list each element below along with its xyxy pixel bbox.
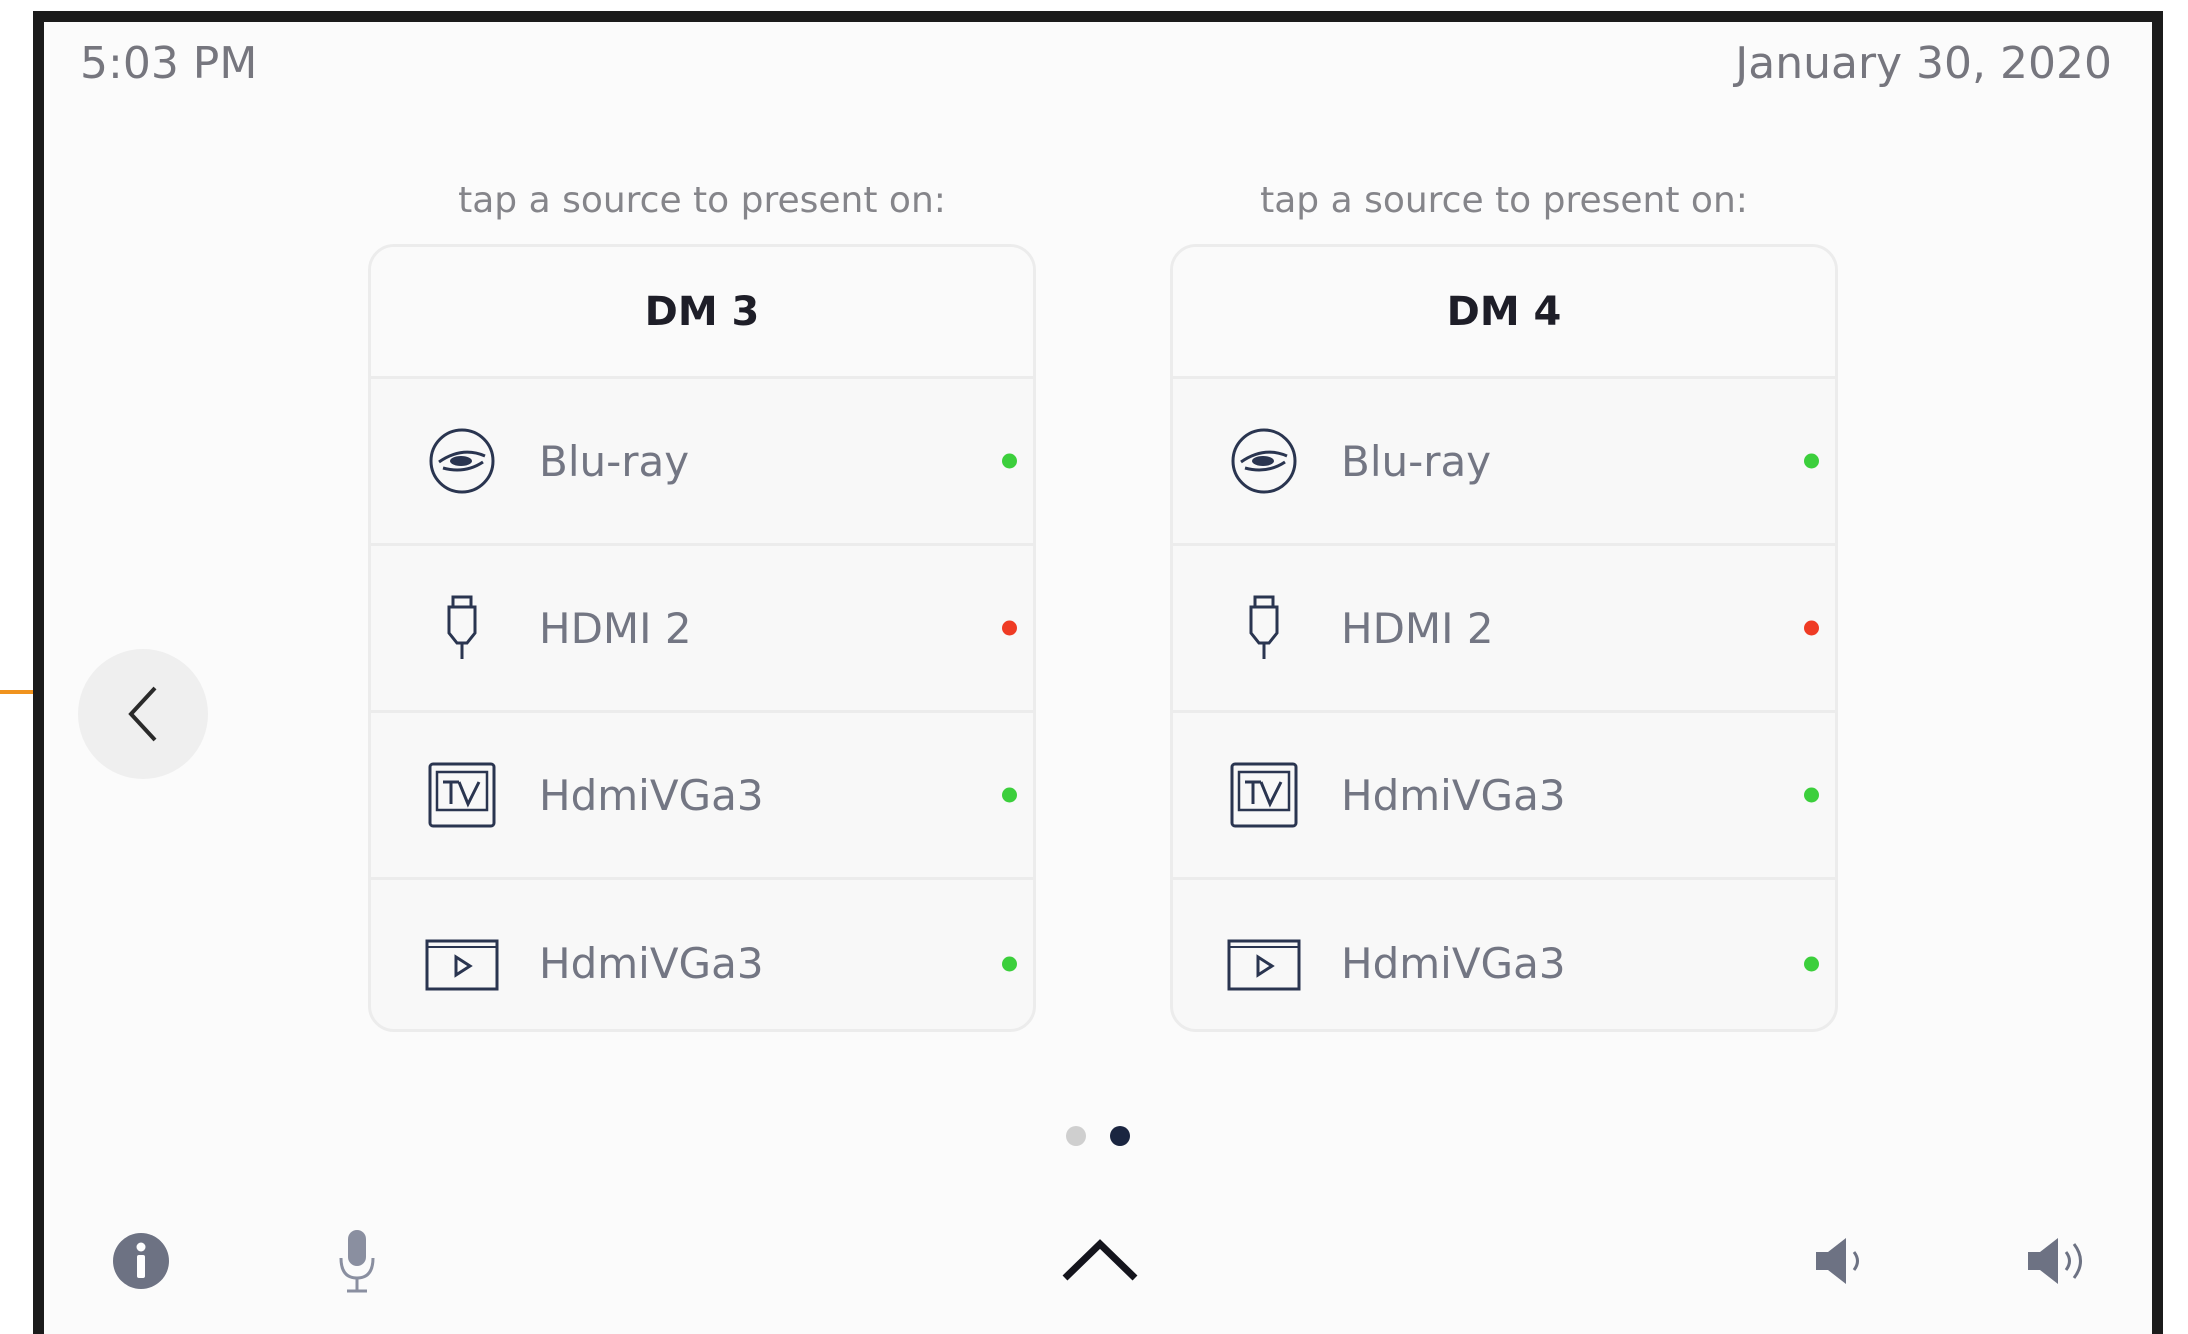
source-label: HdmiVGa3 — [539, 939, 764, 988]
touch-panel-frame: 5:03 PM January 30, 2020 tap a source to… — [33, 11, 2163, 1334]
source-label: HdmiVGa3 — [1341, 939, 1566, 988]
media-player-icon — [425, 927, 499, 1001]
display-panel-dm3: DM 3 Blu-ray HDMI 2 HdmiVGa3 HdmiVGa3 — [368, 244, 1036, 1032]
source-item-hdmivga3-player[interactable]: HdmiVGa3 — [371, 880, 1033, 1029]
microphone-icon[interactable] — [335, 1228, 379, 1296]
source-item-blu-ray[interactable]: Blu-ray — [1173, 379, 1835, 546]
status-offline-dot — [1002, 620, 1017, 636]
clock: 5:03 PM — [80, 38, 258, 89]
source-item-hdmivga3-player[interactable]: HdmiVGa3 — [1173, 880, 1835, 1029]
source-label: HDMI 2 — [1341, 603, 1494, 653]
volume-up-icon[interactable] — [2024, 1232, 2090, 1290]
page-dot-2-active[interactable] — [1110, 1126, 1130, 1146]
status-online-dot — [1804, 453, 1819, 469]
screen: 5:03 PM January 30, 2020 tap a source to… — [44, 22, 2152, 1334]
previous-page-button[interactable] — [78, 649, 208, 779]
source-item-hdmivga3-tv[interactable]: HdmiVGa3 — [371, 713, 1033, 880]
source-label: Blu-ray — [1341, 436, 1492, 486]
hdmi-icon — [425, 591, 499, 665]
panel-header: DM 4 — [1173, 247, 1835, 379]
panel-title: DM 3 — [644, 288, 760, 335]
status-online-dot — [1002, 956, 1017, 971]
media-player-icon — [1227, 927, 1301, 1001]
display-panel-dm4: DM 4 Blu-ray HDMI 2 HdmiVGa3 HdmiVGa3 — [1170, 244, 1838, 1032]
info-icon[interactable] — [112, 1232, 170, 1290]
date: January 30, 2020 — [1735, 38, 2112, 89]
status-online-dot — [1002, 787, 1017, 803]
status-online-dot — [1002, 453, 1017, 469]
status-online-dot — [1804, 787, 1819, 803]
source-item-hdmivga3-tv[interactable]: HdmiVGa3 — [1173, 713, 1835, 880]
source-label: Blu-ray — [539, 436, 690, 486]
source-item-hdmi-2[interactable]: HDMI 2 — [371, 546, 1033, 713]
panel-prompt: tap a source to present on: — [1260, 180, 1748, 221]
page-dot-1[interactable] — [1066, 1126, 1086, 1146]
volume-down-icon[interactable] — [1812, 1232, 1870, 1290]
status-offline-dot — [1804, 620, 1819, 636]
page-indicator — [1066, 1126, 1130, 1146]
tv-icon — [425, 758, 499, 832]
chevron-left-icon — [128, 686, 157, 742]
source-label: HDMI 2 — [539, 603, 692, 653]
panel-header: DM 3 — [371, 247, 1033, 379]
source-item-blu-ray[interactable]: Blu-ray — [371, 379, 1033, 546]
source-label: HdmiVGa3 — [539, 770, 764, 820]
blu-ray-icon — [425, 424, 499, 498]
source-item-hdmi-2[interactable]: HDMI 2 — [1173, 546, 1835, 713]
source-label: HdmiVGa3 — [1341, 770, 1566, 820]
hdmi-icon — [1227, 591, 1301, 665]
panel-prompt: tap a source to present on: — [458, 180, 946, 221]
tv-icon — [1227, 758, 1301, 832]
blu-ray-icon — [1227, 424, 1301, 498]
chevron-up-icon[interactable] — [1061, 1236, 1139, 1282]
panel-title: DM 4 — [1446, 288, 1562, 335]
status-online-dot — [1804, 956, 1819, 971]
